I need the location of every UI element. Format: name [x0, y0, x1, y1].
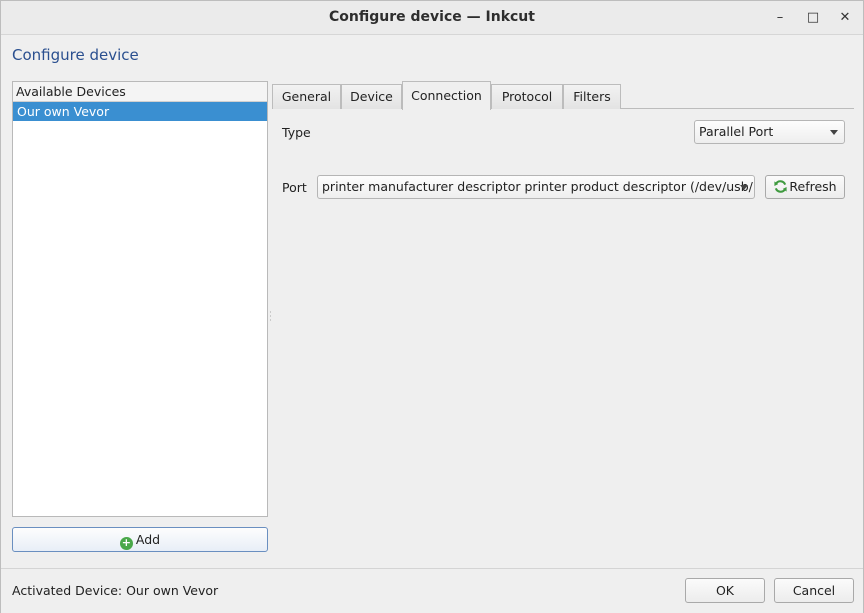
- cancel-button[interactable]: Cancel: [774, 578, 854, 603]
- refresh-button[interactable]: Refresh: [765, 175, 845, 199]
- status-bar: Activated Device: Our own Vevor OK Cance…: [1, 568, 863, 613]
- chevron-down-icon: [740, 185, 748, 190]
- add-device-button[interactable]: + Add: [12, 527, 268, 552]
- maximize-icon[interactable]: □: [802, 7, 824, 29]
- title-bar: Configure device — Inkcut – □ ✕: [1, 1, 863, 35]
- type-select[interactable]: Parallel Port: [694, 120, 845, 144]
- page-title: Configure device: [12, 46, 139, 64]
- close-icon[interactable]: ✕: [834, 7, 856, 29]
- port-select-value: printer manufacturer descriptor printer …: [322, 179, 755, 194]
- tab-general[interactable]: General: [272, 84, 341, 109]
- add-icon: +: [119, 536, 133, 550]
- available-devices-list[interactable]: Available Devices Our own Vevor: [12, 81, 268, 517]
- refresh-button-label: Refresh: [789, 179, 837, 194]
- tab-connection[interactable]: Connection: [402, 81, 491, 110]
- type-label: Type: [282, 125, 311, 140]
- chevron-down-icon: [830, 130, 838, 135]
- refresh-icon: [774, 180, 787, 193]
- list-item[interactable]: Our own Vevor: [13, 102, 267, 121]
- splitter-handle[interactable]: · · ·: [269, 309, 272, 325]
- add-button-label: Add: [135, 532, 161, 547]
- status-text: Activated Device: Our own Vevor: [12, 583, 219, 598]
- type-select-value: Parallel Port: [699, 124, 774, 139]
- list-header: Available Devices: [13, 82, 267, 102]
- ok-button[interactable]: OK: [685, 578, 765, 603]
- tab-protocol[interactable]: Protocol: [491, 84, 563, 109]
- minimize-icon[interactable]: –: [769, 7, 791, 29]
- tab-filters[interactable]: Filters: [563, 84, 621, 109]
- tab-bar: General Device Connection Protocol Filte…: [272, 81, 854, 110]
- tab-device[interactable]: Device: [341, 84, 402, 109]
- port-label: Port: [282, 180, 307, 195]
- window-title: Configure device — Inkcut: [329, 9, 535, 25]
- port-select[interactable]: printer manufacturer descriptor printer …: [317, 175, 755, 199]
- configure-device-window: Configure device — Inkcut – □ ✕ Configur…: [0, 0, 864, 613]
